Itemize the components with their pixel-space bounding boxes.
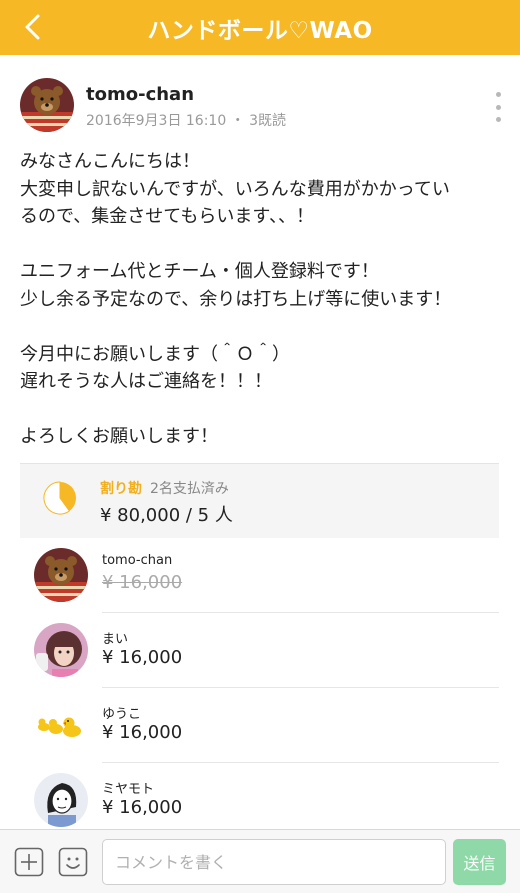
post-line: みなさんこんにちは！ (20, 151, 200, 172)
post-line: よろしくお願いします！ (20, 426, 218, 447)
post-meta: 2016年9月3日 16:10 ・ 3既読 (86, 113, 287, 129)
payer-amount: ¥ 16,000 (102, 722, 183, 743)
payer-avatar (34, 548, 88, 602)
payer-name: ゆうこ (102, 707, 142, 722)
payment-progress-pie-icon (43, 481, 76, 515)
payer-name: ミヤモト (102, 782, 155, 797)
post-body: みなさんこんにちは！ 大変申し訳ないんですが、いろんな費用がかかってい るので、… (20, 148, 506, 451)
post-line (20, 231, 506, 259)
payer-row[interactable]: tomo-chan ¥ 16,000 (20, 538, 499, 613)
post-line: 遅れそうな人はご連絡を！！！ (20, 371, 272, 392)
post-line: ユニフォーム代とチーム・個人登録料です！ (20, 261, 379, 282)
split-total: ¥ 80,000 / 5 人 (100, 505, 233, 526)
comment-composer: 送信 (0, 829, 520, 893)
author-avatar[interactable] (20, 78, 74, 132)
page-title: ハンドボール♡WAO (147, 17, 373, 44)
sketch-portrait-avatar-icon (34, 773, 88, 827)
post-line: 少し余る予定なので、余りは打ち上げ等に使います！ (20, 288, 452, 310)
payer-amount: ¥ 16,000 (102, 647, 183, 668)
payer-avatar (34, 623, 88, 677)
post-line: 今月中にお願いします（＾Ｏ＾） (20, 343, 290, 365)
payer-name: tomo-chan (102, 553, 173, 568)
payer-row[interactable]: ミヤモト ¥ 16,000 (20, 763, 499, 838)
comment-input[interactable] (102, 839, 446, 885)
author-name[interactable]: tomo-chan (86, 84, 194, 105)
teddy-bear-avatar-icon (34, 548, 88, 602)
add-attachment-icon[interactable] (14, 847, 44, 877)
payer-avatar (34, 773, 88, 827)
send-button[interactable]: 送信 (453, 839, 506, 885)
post-line: 大変申し訳ないんですが、いろんな費用がかかってい (20, 178, 450, 200)
payer-name: まい (102, 632, 129, 647)
post-header: tomo-chan 2016年9月3日 16:10 ・ 3既読 (20, 78, 504, 138)
more-dot-icon (495, 104, 501, 110)
payer-row[interactable]: まい ¥ 16,000 (20, 613, 499, 688)
sticker-smile-icon[interactable] (58, 847, 88, 877)
teddy-bear-avatar-icon (20, 78, 74, 132)
more-dot-icon (495, 117, 501, 122)
payer-row[interactable]: ゆうこ ¥ 16,000 (20, 688, 499, 763)
back-button[interactable] (14, 8, 50, 46)
more-options-button[interactable] (492, 92, 504, 122)
post-line (20, 313, 506, 341)
payer-avatar (34, 698, 88, 752)
paid-status: 2名支払済み (150, 481, 229, 497)
app-header: ハンドボール♡WAO (0, 0, 520, 55)
post-line (20, 396, 506, 424)
more-dot-icon (495, 92, 501, 97)
payer-list: tomo-chan ¥ 16,000 まい ¥ 16,000 ゆうこ ¥ 16,… (20, 538, 499, 838)
split-label: 割り勘 (100, 481, 142, 497)
payer-amount: ¥ 16,000 (102, 797, 183, 818)
girl-portrait-avatar-icon (34, 623, 88, 677)
rubber-ducks-avatar-icon (34, 698, 88, 752)
payer-amount: ¥ 16,000 (102, 572, 183, 593)
post-line: るので、集金させてもらいます、、！ (20, 206, 314, 227)
split-bill-summary[interactable]: 割り勘 2名支払済み ¥ 80,000 / 5 人 (20, 463, 499, 538)
chevron-left-icon (25, 14, 40, 40)
